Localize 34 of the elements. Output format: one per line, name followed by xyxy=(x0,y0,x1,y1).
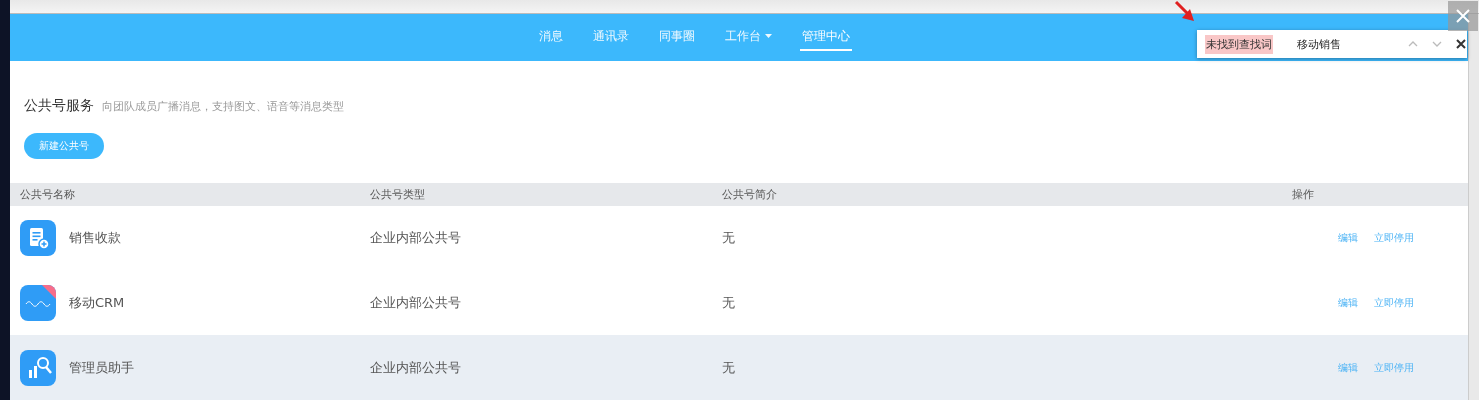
scrollbar[interactable] xyxy=(1468,14,1479,400)
section-title: 公共号服务 xyxy=(24,96,94,115)
action-link[interactable]: 立即停用 xyxy=(1374,360,1414,375)
nav-tab[interactable]: 管理中心 xyxy=(799,23,852,51)
nav-tab[interactable]: 同事圈 xyxy=(656,23,697,51)
account-name: 销售收款 xyxy=(69,229,121,248)
nav-tab[interactable]: 通讯录 xyxy=(590,23,631,51)
action-link[interactable]: 编辑 xyxy=(1338,360,1358,375)
account-name: 管理员助手 xyxy=(69,358,134,377)
arrow-icon xyxy=(1174,0,1196,24)
new-account-button[interactable]: 新建公共号 xyxy=(24,132,104,159)
document-app-icon xyxy=(20,220,56,257)
action-link[interactable]: 编辑 xyxy=(1338,231,1358,246)
nav-tab[interactable]: 消息 xyxy=(536,23,565,51)
account-description: 无 xyxy=(722,229,736,248)
nav-tab[interactable]: 工作台 xyxy=(722,23,774,51)
close-button[interactable] xyxy=(1448,1,1478,31)
column-header: 操作 xyxy=(1292,186,1315,202)
account-type: 企业内部公共号 xyxy=(370,294,462,312)
account-name: 移动CRM xyxy=(69,294,125,312)
account-type: 企业内部公共号 xyxy=(370,358,462,377)
account-description: 无 xyxy=(722,294,736,312)
action-link[interactable]: 立即停用 xyxy=(1374,296,1414,310)
action-link[interactable]: 立即停用 xyxy=(1374,231,1414,246)
column-header: 公共号简介 xyxy=(722,186,778,202)
column-header: 公共号类型 xyxy=(370,186,426,202)
account-description: 无 xyxy=(722,358,736,377)
column-header: 公共号名称 xyxy=(20,186,76,202)
close-icon[interactable] xyxy=(1453,39,1469,49)
find-status-text: 未找到查找词 xyxy=(1205,34,1273,54)
action-link[interactable]: 编辑 xyxy=(1338,296,1358,310)
account-type: 企业内部公共号 xyxy=(370,229,462,248)
section-subtitle: 向团队成员广播消息，支持图文、语音等消息类型 xyxy=(102,99,344,114)
close-icon xyxy=(1456,9,1470,23)
